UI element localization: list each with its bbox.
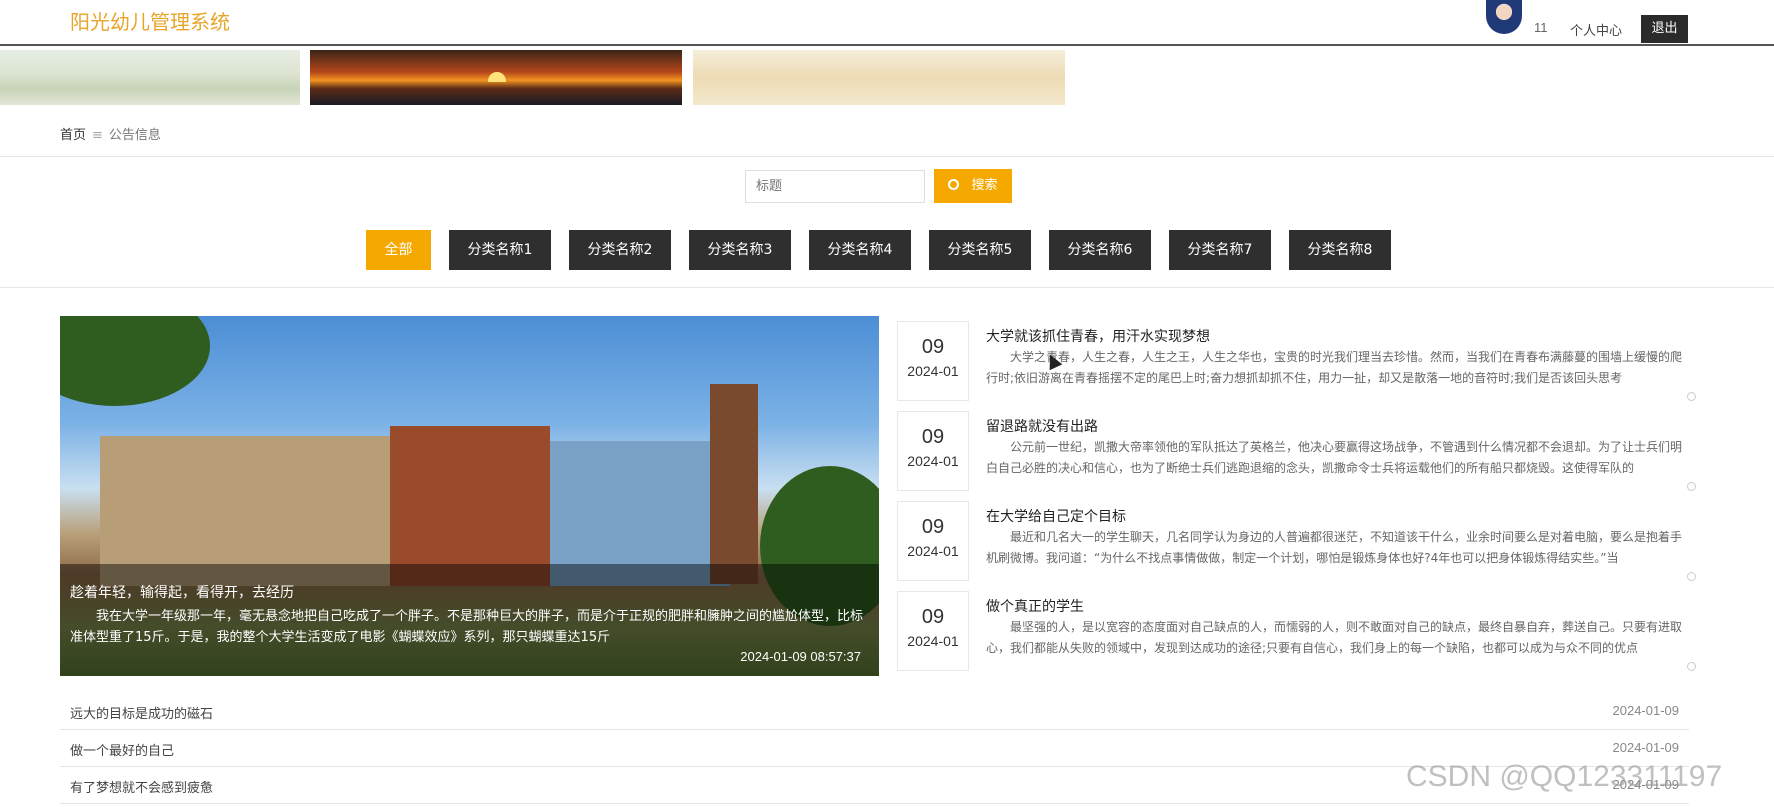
featured-title[interactable]: 趁着年轻，输得起，看得开，去经历 [70, 582, 294, 602]
list-item-title[interactable]: 有了梦想就不会感到疲惫 [70, 777, 213, 796]
date-day: 09 [921, 516, 945, 538]
top-bar: 阳光幼儿管理系统 11 个人中心 退出 [0, 0, 1774, 46]
list-item-title[interactable]: 远大的目标是成功的磁石 [70, 703, 213, 722]
news-title[interactable]: 大学就该抓住青春，用汗水实现梦想 [986, 326, 1210, 346]
banner-image-1[interactable] [0, 50, 300, 105]
logout-button[interactable]: 退出 [1641, 15, 1688, 43]
date-box: 09 2024-01 [897, 501, 969, 581]
search-icon [948, 179, 960, 190]
more-icon[interactable] [1687, 482, 1696, 491]
tree-foliage [60, 316, 210, 406]
building-brick-block [390, 426, 550, 586]
breadcrumb: 首页 ≡ 公告信息 [60, 124, 161, 143]
category-tab-8[interactable]: 分类名称8 [1289, 230, 1391, 270]
list-item[interactable]: 远大的目标是成功的磁石 2024-01-09 [60, 693, 1689, 730]
category-tab-4[interactable]: 分类名称4 [809, 230, 911, 270]
date-box: 09 2024-01 [897, 411, 969, 491]
user-id: 11 [1534, 20, 1548, 35]
category-tab-7[interactable]: 分类名称7 [1169, 230, 1271, 270]
breadcrumb-current: 公告信息 [108, 128, 161, 143]
category-tab-6[interactable]: 分类名称6 [1049, 230, 1151, 270]
news-summary: 公元前一世纪，凯撒大帝率领他的军队抵达了英格兰，他决心要赢得这场战争，不管遇到什… [986, 440, 1683, 475]
watermark: CSDN @QQ123311197 [1406, 760, 1723, 793]
avatar[interactable] [1486, 0, 1522, 34]
banner-image-3[interactable] [693, 50, 1065, 105]
category-tab-5[interactable]: 分类名称5 [929, 230, 1031, 270]
list-item-title[interactable]: 做一个最好的自己 [70, 740, 174, 759]
clock-tower [710, 384, 758, 584]
breadcrumb-home[interactable]: 首页 [60, 128, 86, 143]
date-day: 09 [921, 426, 945, 448]
sunset-sun [488, 72, 506, 82]
date-box: 09 2024-01 [897, 321, 969, 401]
news-summary: 大学之青春，人生之春，人生之王，人生之华也，宝贵的时光我们理当去珍惜。然而，当我… [986, 350, 1683, 385]
category-tab-all[interactable]: 全部 [366, 230, 431, 270]
category-tab-2[interactable]: 分类名称2 [569, 230, 671, 270]
divider [0, 156, 1774, 157]
news-title[interactable]: 留退路就没有出路 [986, 416, 1098, 436]
featured-description: 我在大学一年级那一年，毫无悬念地把自己吃成了一个胖子。不是那种巨大的胖子，而是介… [70, 609, 864, 645]
featured-datetime: 2024-01-09 08:57:37 [740, 649, 861, 664]
date-month: 2024-01 [907, 543, 959, 559]
date-day: 09 [921, 606, 945, 628]
news-item[interactable]: 09 2024-01 在大学给自己定个目标 最近和几名大一的学生聊天，几名同学认为… [897, 496, 1697, 581]
banner-image-2[interactable] [310, 50, 682, 105]
date-month: 2024-01 [907, 363, 959, 379]
date-month: 2024-01 [907, 633, 959, 649]
site-title[interactable]: 阳光幼儿管理系统 [70, 6, 230, 35]
category-tab-1[interactable]: 分类名称1 [449, 230, 551, 270]
news-item[interactable]: 09 2024-01 做个真正的学生 最坚强的人，是以宽容的态度面对自己缺点的人，… [897, 586, 1697, 671]
list-item-date: 2024-01-09 [1612, 740, 1680, 755]
search-input[interactable] [745, 170, 925, 203]
news-item[interactable]: 09 2024-01 留退路就没有出路 公元前一世纪，凯撒大帝率领他的军队抵达了英… [897, 406, 1697, 491]
date-box: 09 2024-01 [897, 591, 969, 671]
profile-link[interactable]: 个人中心 [1570, 20, 1622, 39]
more-icon[interactable] [1687, 572, 1696, 581]
news-item[interactable]: 09 2024-01 大学就该抓住青春，用汗水实现梦想 大学之青春，人生之春，人生… [897, 316, 1697, 401]
breadcrumb-separator: ≡ [92, 128, 103, 143]
news-title[interactable]: 在大学给自己定个目标 [986, 506, 1126, 526]
more-icon[interactable] [1687, 392, 1696, 401]
search-button[interactable]: 搜索 [934, 169, 1012, 203]
search-button-label: 搜索 [971, 178, 998, 193]
category-tab-3[interactable]: 分类名称3 [689, 230, 791, 270]
date-day: 09 [921, 336, 945, 358]
news-summary: 最坚强的人，是以宽容的态度面对自己缺点的人，而懦弱的人，则不敢面对自己的缺点，最… [986, 620, 1683, 655]
featured-announcement[interactable]: 趁着年轻，输得起，看得开，去经历 我在大学一年级那一年，毫无悬念地把自己吃成了一… [60, 316, 879, 676]
list-item-date: 2024-01-09 [1612, 703, 1680, 718]
divider [0, 287, 1774, 288]
date-month: 2024-01 [907, 453, 959, 469]
news-title[interactable]: 做个真正的学生 [986, 596, 1084, 616]
more-icon[interactable] [1687, 662, 1696, 671]
news-summary: 最近和几名大一的学生聊天，几名同学认为身边的人普遍都很迷茫，不知道该干什么，业余… [986, 530, 1683, 565]
